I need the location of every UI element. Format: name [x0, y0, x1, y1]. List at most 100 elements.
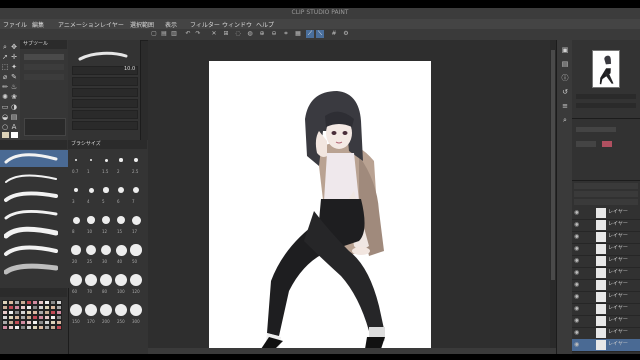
brush-size-preset[interactable] — [100, 274, 112, 286]
brush-icon[interactable]: ♨ — [10, 83, 18, 91]
brush-size-preset[interactable] — [130, 304, 142, 316]
brush-size-preset[interactable] — [115, 244, 127, 256]
brush-stroke-2[interactable] — [4, 170, 58, 186]
brush-size-preset[interactable] — [70, 274, 82, 286]
redo-icon[interactable]: ↷ — [194, 30, 202, 38]
density-slider[interactable] — [72, 88, 138, 97]
menu-selection[interactable]: 選択範囲 — [130, 20, 154, 29]
menu-animation[interactable]: アニメーション — [58, 20, 100, 29]
navigator-tab-icon[interactable]: ▣ — [561, 46, 569, 54]
brush-size-preset[interactable] — [130, 244, 142, 256]
border-effect-control[interactable] — [576, 127, 616, 132]
transform-icon[interactable]: ⊞ — [222, 30, 230, 38]
sub-color-swatch[interactable] — [11, 132, 18, 138]
brush-size-preset[interactable] — [88, 187, 94, 193]
blend-mode-select[interactable] — [574, 183, 638, 189]
brush-size-preset[interactable] — [118, 187, 124, 193]
brush-size-preset[interactable] — [115, 304, 127, 316]
layer-toolbar[interactable] — [574, 199, 638, 205]
menu-file[interactable]: ファイル — [3, 20, 27, 29]
brush-size-preset[interactable] — [86, 245, 96, 255]
canvas-paper[interactable] — [209, 61, 431, 349]
brush-size-preset[interactable] — [70, 304, 82, 316]
clear-icon[interactable]: ✕ — [210, 30, 218, 38]
brush-size-preset[interactable] — [130, 274, 142, 286]
visibility-eye-icon[interactable]: ◉ — [574, 305, 582, 313]
visibility-eye-icon[interactable]: ◉ — [574, 233, 582, 241]
airbrush-icon[interactable]: ✺ — [1, 93, 9, 101]
blend-icon[interactable]: ◑ — [10, 103, 18, 111]
subtool-group-3[interactable] — [24, 74, 64, 80]
rotate-slider[interactable] — [576, 103, 636, 108]
scroll-thumb[interactable] — [551, 50, 555, 280]
subtool-group-2[interactable] — [24, 64, 64, 70]
figure-icon[interactable]: ○ — [1, 123, 9, 131]
brush-size-preset[interactable] — [100, 244, 112, 256]
operation-icon[interactable]: ➚ — [1, 53, 9, 61]
texture-control[interactable] — [72, 121, 138, 130]
subtool-group-1[interactable] — [24, 54, 64, 60]
main-color-swatch[interactable] — [2, 132, 9, 138]
brush-size-preset[interactable] — [116, 215, 126, 225]
brush-size-preset[interactable] — [75, 159, 77, 161]
fill-tool-icon[interactable]: ◒ — [1, 113, 9, 121]
brush-list-tab[interactable] — [0, 140, 67, 149]
brush-size-preset[interactable] — [115, 274, 127, 286]
visibility-eye-icon[interactable]: ◉ — [574, 317, 582, 325]
snap-grid-icon[interactable]: # — [330, 30, 338, 38]
brush-size-preset[interactable] — [102, 216, 110, 224]
brush-stroke-3[interactable] — [4, 188, 58, 204]
anti-alias-control[interactable] — [72, 99, 138, 108]
layer-row[interactable]: ◉ レイヤー — [572, 339, 640, 352]
eyedropper-icon[interactable]: ⌀ — [1, 73, 9, 81]
layer-color-swatch[interactable] — [602, 141, 612, 147]
menu-help[interactable]: ヘルプ — [256, 20, 274, 29]
zoom-slider[interactable] — [576, 94, 636, 99]
brush-stroke-7[interactable] — [4, 260, 58, 276]
snap-settings-icon[interactable]: ⚙ — [342, 30, 350, 38]
pencil-icon[interactable]: ✏ — [1, 83, 9, 91]
decoration-icon[interactable]: ❀ — [10, 93, 18, 101]
brush-size-preset[interactable] — [131, 215, 141, 225]
visibility-eye-icon[interactable]: ◉ — [574, 209, 582, 217]
visibility-eye-icon[interactable]: ◉ — [574, 293, 582, 301]
menu-filter[interactable]: フィルター — [190, 20, 220, 29]
brush-size-preset[interactable] — [103, 187, 109, 193]
brush-size-preset[interactable] — [87, 216, 95, 224]
expression-color-control[interactable] — [576, 141, 596, 147]
visibility-eye-icon[interactable]: ◉ — [574, 269, 582, 277]
menu-view[interactable]: 表示 — [165, 20, 177, 29]
auto-select-icon[interactable]: ✦ — [10, 63, 18, 71]
brush-stroke-4[interactable] — [4, 206, 58, 222]
brush-size-preset[interactable] — [73, 187, 79, 193]
save-icon[interactable]: ▥ — [170, 30, 178, 38]
move-layer-icon[interactable]: ✛ — [10, 53, 18, 61]
brush-size-preset[interactable] — [85, 274, 97, 286]
menu-layer[interactable]: レイヤー — [100, 20, 124, 29]
brush-size-preset[interactable] — [71, 245, 81, 255]
zoom-icon[interactable]: ⌕ — [1, 43, 9, 51]
visibility-eye-icon[interactable]: ◉ — [574, 329, 582, 337]
visibility-eye-icon[interactable]: ◉ — [574, 341, 582, 349]
opacity-slider-layer[interactable] — [574, 191, 638, 197]
move-icon[interactable]: ✥ — [10, 43, 18, 51]
brush-size-preset[interactable] — [132, 186, 140, 194]
layer-prop-tab-icon[interactable]: ≡ — [561, 102, 569, 110]
open-file-icon[interactable]: ▤ — [160, 30, 168, 38]
menu-edit[interactable]: 編集 — [32, 20, 44, 29]
brush-size-preset[interactable] — [134, 158, 138, 162]
brush-size-preset[interactable] — [104, 158, 108, 162]
info-tab-icon[interactable]: ⓘ — [561, 74, 569, 82]
menu-window[interactable]: ウィンドウ — [222, 20, 252, 29]
brush-size-preset[interactable] — [100, 304, 112, 316]
deselect-icon[interactable]: ◌ — [234, 30, 242, 38]
invert-selection-icon[interactable]: ◍ — [246, 30, 254, 38]
snap-ruler-icon[interactable]: ⟋ — [306, 30, 314, 38]
brush-size-preset[interactable] — [85, 304, 97, 316]
visibility-eye-icon[interactable]: ◉ — [574, 281, 582, 289]
navigator-thumbnail[interactable] — [592, 50, 620, 88]
selection-icon[interactable]: ⬚ — [1, 63, 9, 71]
search-layer-tab-icon[interactable]: ⌕ — [561, 116, 569, 124]
snap-special-ruler-icon[interactable]: ⟍ — [316, 30, 324, 38]
brush-size-preset[interactable] — [72, 216, 80, 224]
